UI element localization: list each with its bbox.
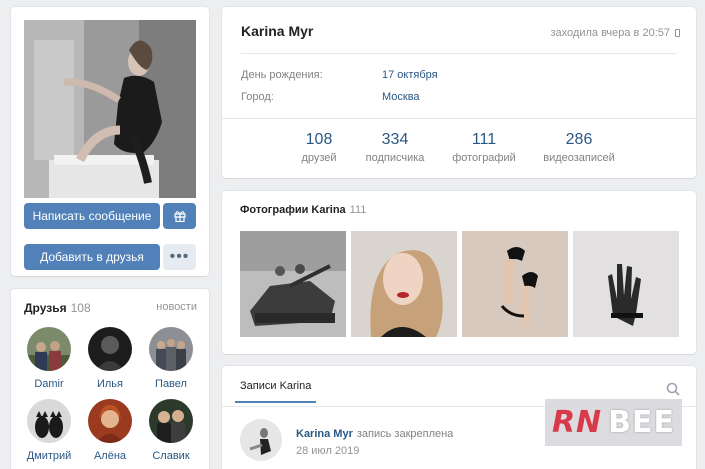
pinned-note: запись закреплена xyxy=(356,428,454,440)
profile-info-card: Karina Myr заходила вчера в 20:57 День р… xyxy=(222,7,696,178)
tab-posts[interactable]: Записи Karina xyxy=(235,374,317,403)
post-date[interactable]: 28 июл 2019 xyxy=(296,445,359,457)
post-author: Karina Myr запись закреплена xyxy=(296,428,453,440)
friend-name: Илья xyxy=(96,378,123,390)
friend-name: Алёна xyxy=(93,450,127,462)
friends-news-link[interactable]: новости xyxy=(156,301,197,313)
counter-followers[interactable]: 334 подписчика xyxy=(350,131,440,164)
friend-avatar xyxy=(149,327,193,371)
watermark-part-2: BEE xyxy=(608,405,676,440)
photo-thumbnail[interactable] xyxy=(462,231,568,337)
watermark-part-1: RN xyxy=(551,405,603,440)
mobile-icon xyxy=(675,29,680,37)
friend-name: Дмитрий xyxy=(26,450,72,462)
counter-label: подписчика xyxy=(365,152,425,164)
friend-item[interactable]: Илья xyxy=(80,327,140,390)
field-value-city[interactable]: Москва xyxy=(382,91,420,103)
friends-count: 108 xyxy=(70,301,91,315)
more-actions-button[interactable]: ••• xyxy=(163,244,196,270)
counter-label: фотографий xyxy=(452,152,516,164)
profile-name: Karina Myr xyxy=(241,23,314,39)
friend-item[interactable]: Славик xyxy=(141,399,201,462)
divider xyxy=(241,53,677,54)
friend-avatar xyxy=(27,399,71,443)
divider xyxy=(222,118,696,119)
friend-item[interactable]: Damir xyxy=(19,327,79,390)
friend-item[interactable]: Алёна xyxy=(80,399,140,462)
friend-name: Славик xyxy=(152,450,190,462)
friend-avatar xyxy=(27,327,71,371)
counter-label: видеозаписей xyxy=(543,152,615,164)
online-status: заходила вчера в 20:57 xyxy=(551,27,680,39)
photos-title[interactable]: Фотографии Karina 111 xyxy=(240,204,366,216)
friend-avatar xyxy=(88,327,132,371)
watermark-logo: RN BEE xyxy=(545,399,682,446)
photo-thumbnail[interactable] xyxy=(351,231,457,337)
gift-icon xyxy=(173,211,186,222)
add-friend-button[interactable]: Добавить в друзья xyxy=(24,244,160,270)
search-icon[interactable] xyxy=(666,382,680,396)
send-message-button[interactable]: Написать сообщение xyxy=(24,203,160,229)
counter-number: 334 xyxy=(381,131,409,148)
post-author-avatar[interactable] xyxy=(240,419,282,461)
counter-videos[interactable]: 286 видеозаписей xyxy=(534,131,624,164)
field-label-birthday: День рождения: xyxy=(241,69,323,81)
post-author-name[interactable]: Karina Myr xyxy=(296,428,353,440)
profile-avatar-card: Написать сообщение Добавить в друзья ••• xyxy=(11,7,209,276)
photos-block: Фотографии Karina 111 xyxy=(222,191,696,354)
photos-count: 111 xyxy=(349,204,367,216)
photo-thumbnail[interactable] xyxy=(240,231,346,337)
friend-name: Павел xyxy=(155,378,187,390)
counter-number: 111 xyxy=(471,131,497,148)
friend-avatar xyxy=(88,399,132,443)
photo-thumbnail[interactable] xyxy=(573,231,679,337)
counter-number: 286 xyxy=(565,131,593,148)
friend-name: Damir xyxy=(34,378,64,390)
field-label-city: Город: xyxy=(241,91,274,103)
counter-photos[interactable]: 111 фотографий xyxy=(439,131,529,164)
friend-item[interactable]: Дмитрий xyxy=(19,399,79,462)
field-value-birthday[interactable]: 17 октября xyxy=(382,69,438,81)
profile-avatar[interactable] xyxy=(24,20,196,198)
friend-avatar xyxy=(149,399,193,443)
friends-title[interactable]: Друзья 108 xyxy=(24,301,91,315)
send-gift-button[interactable] xyxy=(163,203,196,229)
friend-item[interactable]: Павел xyxy=(141,327,201,390)
friends-block: Друзья 108 новости Damir Илья Павел Дмитр… xyxy=(11,289,209,469)
